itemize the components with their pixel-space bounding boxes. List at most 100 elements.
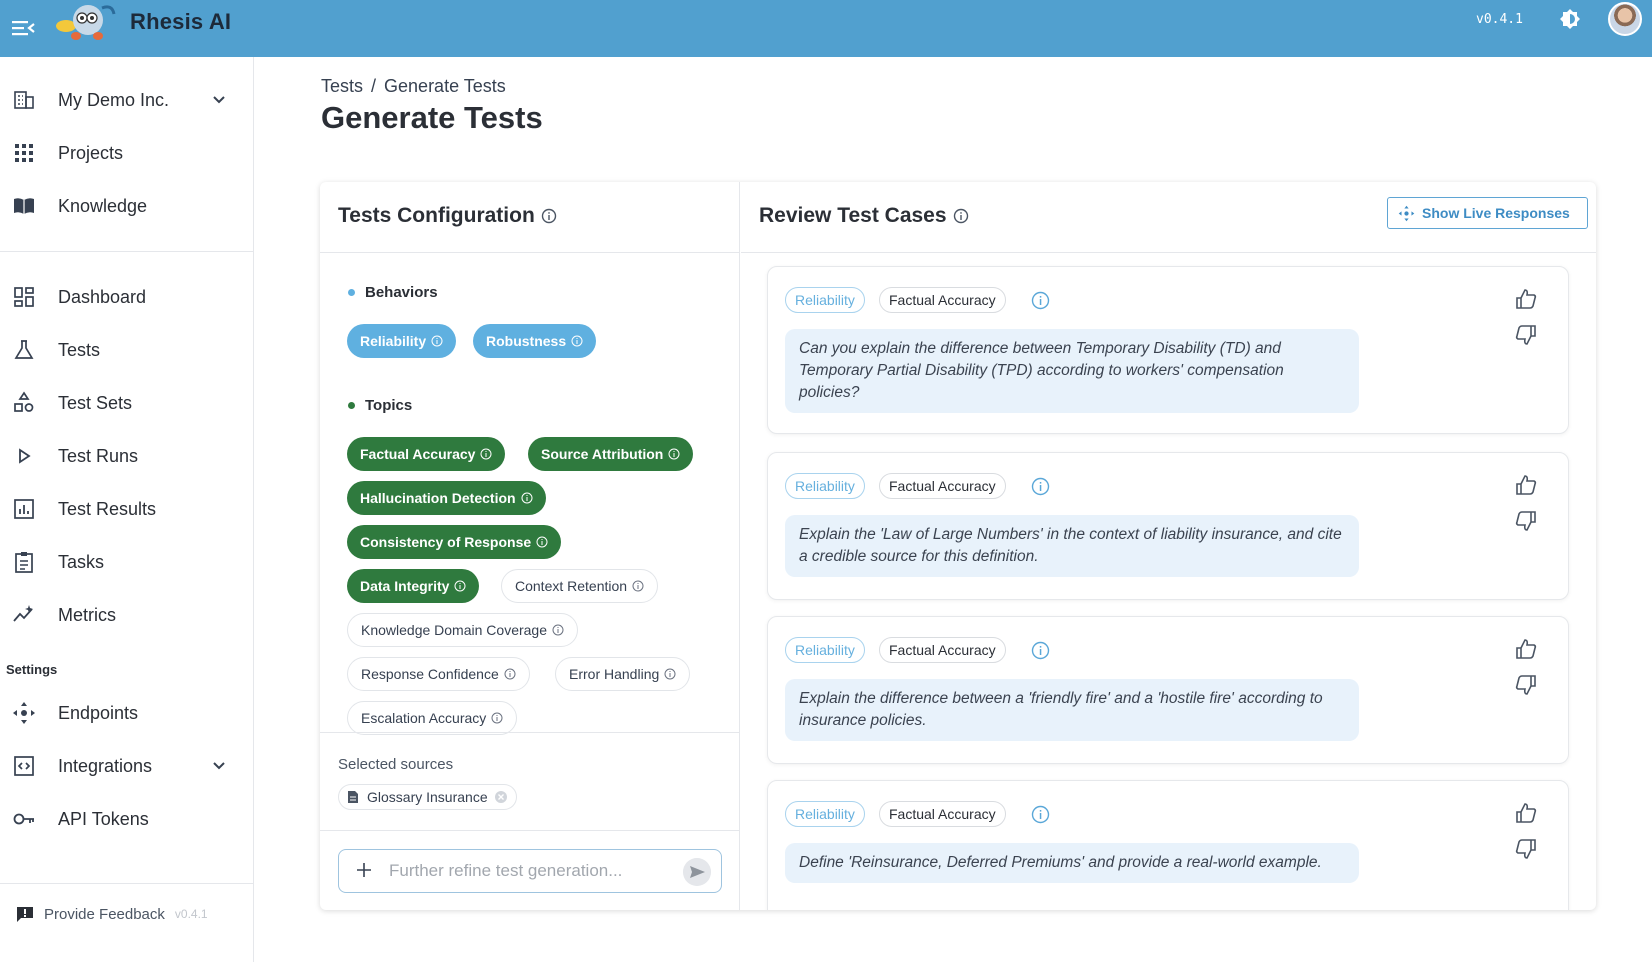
key-icon	[13, 813, 34, 825]
topic-chip[interactable]: Context Retention	[501, 569, 659, 603]
sidebar-item-label: Tasks	[58, 551, 105, 572]
chevron-down-icon	[213, 762, 225, 770]
sidebar-item-dashboard[interactable]: Dashboard	[0, 277, 254, 317]
test-prompt: Explain the 'Law of Large Numbers' in th…	[785, 515, 1359, 577]
topic-chip-selected[interactable]: Consistency of Response	[347, 525, 562, 559]
sidebar-item-endpoints[interactable]: Endpoints	[0, 693, 254, 733]
breadcrumb-link-tests[interactable]: Tests	[321, 76, 363, 97]
feedback-icon	[17, 907, 33, 922]
info-icon[interactable]	[953, 208, 969, 224]
sidebar-item-label: Knowledge	[58, 195, 148, 216]
thumbs-down-icon[interactable]	[1514, 323, 1538, 347]
panel-divider	[741, 252, 1596, 253]
selected-sources-label: Selected sources	[338, 756, 454, 773]
test-case-card: Reliability Factual Accuracy Define 'Rei…	[767, 780, 1569, 910]
test-case-card: Reliability Factual Accuracy Explain the…	[767, 616, 1569, 764]
topic-chip-selected[interactable]: Hallucination Detection	[347, 481, 546, 515]
topic-chip-selected[interactable]: Factual Accuracy	[347, 437, 506, 471]
org-name: My Demo Inc.	[58, 89, 170, 110]
plus-icon[interactable]	[355, 861, 373, 879]
thumbs-up-icon[interactable]	[1514, 637, 1538, 661]
info-icon[interactable]	[1031, 477, 1050, 496]
thumbs-down-icon[interactable]	[1514, 837, 1538, 861]
sidebar-item-integrations[interactable]: Integrations	[0, 746, 254, 786]
chip-label: Hallucination Detection	[360, 490, 516, 506]
topic-tag: Factual Accuracy	[879, 801, 1006, 827]
test-prompt: Can you explain the difference between T…	[785, 329, 1359, 413]
rhesis-logo[interactable]	[52, 2, 124, 46]
send-icon[interactable]	[683, 858, 711, 886]
thumbs-up-icon[interactable]	[1514, 287, 1538, 311]
sidebar-item-label: Test Results	[58, 498, 157, 519]
sidebar-item-test-sets[interactable]: Test Sets	[0, 383, 254, 423]
sidebar-item-test-results[interactable]: Test Results	[0, 489, 254, 529]
input-divider	[320, 830, 740, 831]
chip-label: Factual Accuracy	[360, 446, 476, 462]
sidebar-item-projects[interactable]: Projects	[0, 133, 254, 173]
behavior-chip[interactable]: Robustness	[473, 324, 597, 358]
endpoints-icon	[1398, 205, 1415, 222]
thumbs-up-icon[interactable]	[1514, 473, 1538, 497]
behavior-chip[interactable]: Reliability	[347, 324, 457, 358]
menu-collapse-icon[interactable]	[10, 16, 36, 40]
remove-source-icon[interactable]	[494, 790, 508, 804]
generate-tests-card: Tests Configuration Behaviors Reliabilit…	[320, 182, 1596, 910]
chip-label: Context Retention	[515, 578, 628, 594]
topic-chip-selected[interactable]: Source Attribution	[528, 437, 694, 471]
thumbs-down-icon[interactable]	[1514, 673, 1538, 697]
source-label: Glossary Insurance	[367, 789, 488, 805]
sidebar-item-label: Endpoints	[58, 702, 139, 723]
review-title: Review Test Cases	[759, 204, 947, 227]
refine-input[interactable]	[389, 858, 669, 884]
live-button-label: Show Live Responses	[1422, 205, 1570, 221]
chip-label: Source Attribution	[541, 446, 664, 462]
flask-icon	[14, 340, 34, 359]
show-live-responses-button[interactable]: Show Live Responses	[1387, 197, 1588, 229]
sidebar-item-tests[interactable]: Tests	[0, 330, 254, 370]
sidebar-item-label: Integrations	[58, 755, 153, 776]
sidebar-item-test-runs[interactable]: Test Runs	[0, 436, 254, 476]
chevron-down-icon	[213, 96, 225, 104]
sidebar-item-tasks[interactable]: Tasks	[0, 542, 254, 582]
thumbs-down-icon[interactable]	[1514, 509, 1538, 533]
info-icon[interactable]	[541, 208, 557, 224]
info-icon[interactable]	[1031, 291, 1050, 310]
refine-input-container	[338, 849, 722, 893]
behaviors-heading: Behaviors	[348, 284, 438, 301]
shapes-icon	[14, 391, 34, 412]
source-chip[interactable]: Glossary Insurance	[338, 784, 517, 810]
info-icon	[668, 448, 680, 460]
top-bar: Rhesis AI v0.4.1	[0, 0, 1652, 57]
sidebar: My Demo Inc. Projects Knowledge Dashboar…	[0, 57, 254, 962]
thumbs-up-icon[interactable]	[1514, 801, 1538, 825]
topic-chip[interactable]: Response Confidence	[347, 657, 530, 691]
org-switcher[interactable]: My Demo Inc.	[0, 80, 254, 120]
info-icon	[480, 448, 492, 460]
sidebar-divider	[0, 251, 254, 252]
panel-divider	[320, 252, 740, 253]
topic-tag: Factual Accuracy	[879, 287, 1006, 313]
book-icon	[14, 198, 34, 214]
provide-feedback-button[interactable]: Provide Feedback v0.4.1	[16, 905, 208, 923]
topics-label: Topics	[365, 397, 413, 414]
sources-divider	[320, 732, 740, 733]
behaviors-label: Behaviors	[365, 284, 438, 301]
topic-chip[interactable]: Escalation Accuracy	[347, 701, 518, 735]
topic-tag: Factual Accuracy	[879, 637, 1006, 663]
sidebar-item-api-tokens[interactable]: API Tokens	[0, 799, 254, 839]
breadcrumb-current: Generate Tests	[384, 76, 506, 96]
info-icon	[552, 624, 564, 636]
theme-toggle-icon[interactable]	[1556, 6, 1584, 34]
sidebar-item-knowledge[interactable]: Knowledge	[0, 186, 254, 226]
breadcrumb: Tests / Generate Tests	[321, 76, 506, 97]
topic-chip-selected[interactable]: Data Integrity	[347, 569, 480, 603]
info-icon[interactable]	[1031, 641, 1050, 660]
review-test-cases-panel: Review Test Cases Show Live Responses Re…	[741, 182, 1596, 910]
topic-chip[interactable]: Knowledge Domain Coverage	[347, 613, 578, 647]
settings-heading: Settings	[6, 662, 58, 677]
topic-chip[interactable]: Error Handling	[555, 657, 691, 691]
sidebar-item-metrics[interactable]: Metrics	[0, 595, 254, 635]
info-icon[interactable]	[1031, 805, 1050, 824]
user-avatar[interactable]	[1608, 2, 1642, 36]
info-icon	[454, 580, 466, 592]
